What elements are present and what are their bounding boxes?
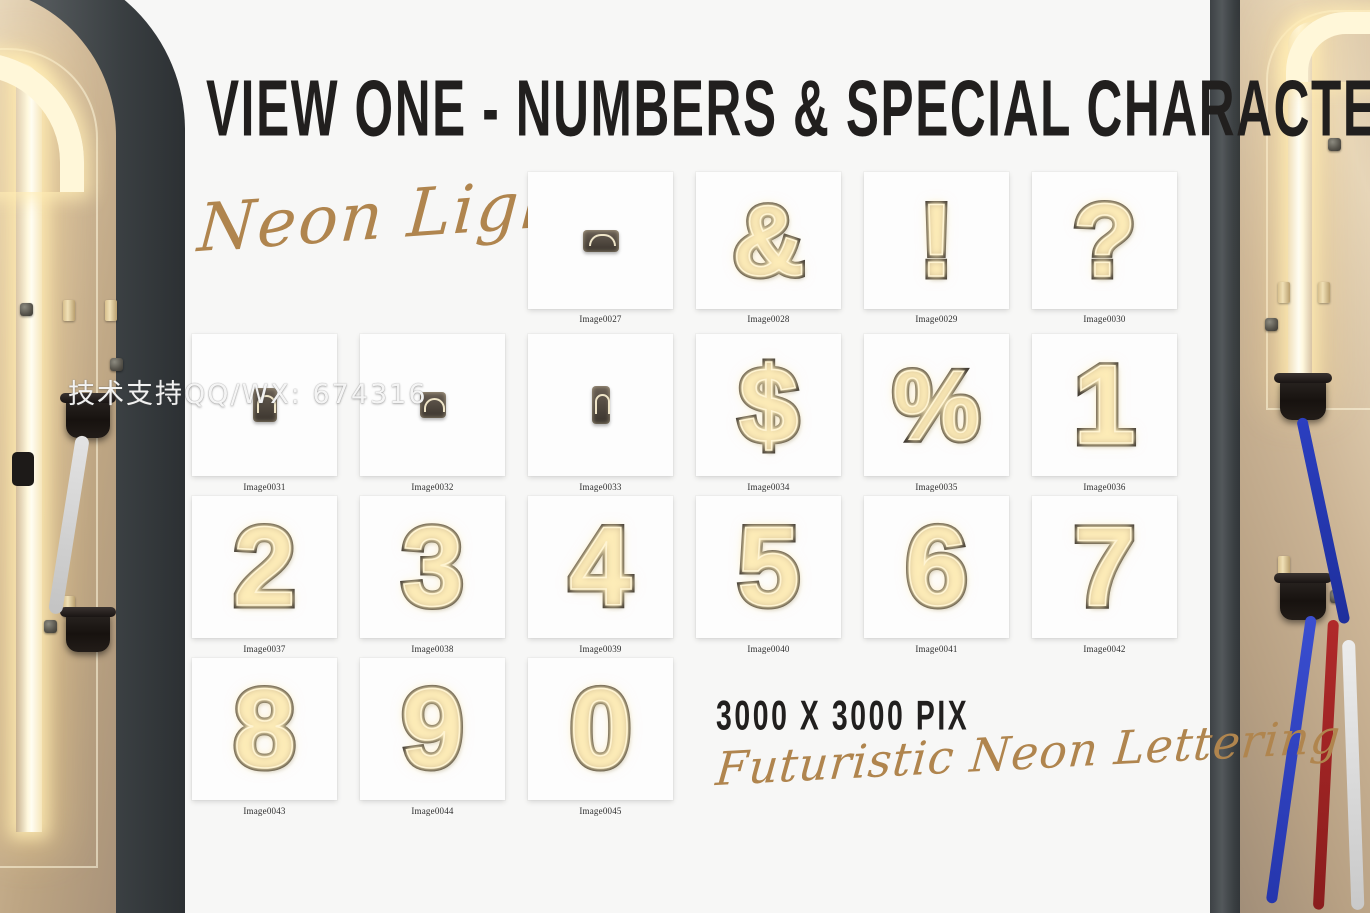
thumbnail-card[interactable]: & &	[696, 172, 841, 309]
thumbnail-card[interactable]	[192, 334, 337, 476]
thumbnail-label: Image0033	[579, 482, 622, 492]
thumbnail-card[interactable]: 9 9	[360, 658, 505, 800]
thumbnail-label: Image0035	[915, 482, 958, 492]
thumbnail-card[interactable]: 2 2	[192, 496, 337, 638]
glyph-neon-0: 0 0	[566, 666, 635, 791]
glyph-neon-4: 4 4	[566, 504, 635, 629]
lamp-socket-left-1	[60, 393, 116, 438]
glyph-neon-7: 7 7	[1070, 504, 1139, 629]
screw-left-3	[44, 620, 57, 633]
screw-right-2	[1265, 318, 1278, 331]
gallery-item[interactable]: % % Image0035	[864, 334, 1009, 494]
thumbnail-label: Image0032	[411, 482, 454, 492]
gallery-item[interactable]: Image0033	[528, 334, 673, 494]
clamp-left-1	[63, 300, 75, 321]
clamp-left-2	[105, 300, 117, 321]
lamp-socket-right-2	[1274, 573, 1332, 620]
glyph-neon-exclamation: ! !	[916, 182, 958, 299]
thumbnail-card[interactable]: ? ?	[1032, 172, 1177, 309]
thumbnail-card[interactable]: 0 0	[528, 658, 673, 800]
gallery-item[interactable]: ! ! Image0029	[864, 172, 1009, 324]
thumbnail-label: Image0034	[747, 482, 790, 492]
thumbnail-label: Image0043	[243, 806, 286, 816]
lamp-socket-right-1	[1274, 373, 1332, 420]
glyph-neon-dollar: $ $	[735, 344, 802, 465]
thumbnail-label: Image0041	[915, 644, 958, 654]
thumbnail-card[interactable]: 1 1	[1032, 334, 1177, 476]
clamp-right-2	[1318, 282, 1330, 303]
clamp-right-1	[1278, 282, 1290, 303]
glyph-neon-5: 5 5	[734, 504, 803, 629]
thumbnail-label: Image0044	[411, 806, 454, 816]
thumbnail-label: Image0037	[243, 644, 286, 654]
glyph-neon-8: 8 8	[230, 666, 299, 791]
glyph-neon-6: 6 6	[902, 504, 971, 629]
gallery-item[interactable]: Image0027	[528, 172, 673, 324]
glyph-neon-hyphen	[582, 229, 619, 252]
thumbnail-label: Image0040	[747, 644, 790, 654]
lamp-socket-left-2	[60, 607, 116, 652]
thumbnail-label: Image0039	[579, 644, 622, 654]
gallery-item[interactable]: 3 3 Image0038	[360, 496, 505, 656]
thumbnail-label: Image0042	[1083, 644, 1126, 654]
gallery-item[interactable]: Image0032	[360, 334, 505, 494]
thumbnail-card[interactable]: 3 3	[360, 496, 505, 638]
thumbnail-label: Image0031	[243, 482, 286, 492]
gallery-item[interactable]: & & Image0028	[696, 172, 841, 324]
neon-lamp-photo-left	[0, 0, 186, 913]
glyph-neon-apostrophe	[591, 386, 611, 424]
thumbnail-card[interactable]: $ $	[696, 334, 841, 476]
thumbnail-label: Image0028	[747, 314, 790, 324]
thumbnail-card[interactable]: 6 6	[864, 496, 1009, 638]
gallery-item[interactable]: 9 9 Image0044	[360, 658, 505, 818]
poster-canvas: VIEW ONE - NUMBERS & SPECIAL CHARACTERS …	[0, 0, 1370, 913]
glyph-neon-3: 3 3	[398, 504, 467, 629]
gallery-item[interactable]: 1 1 Image0036	[1032, 334, 1177, 494]
gallery-item[interactable]: Image0031	[192, 334, 337, 494]
glyph-neon-ampersand: & &	[729, 184, 808, 297]
wire-black-left	[12, 452, 34, 486]
thumbnail-card[interactable]: 7 7	[1032, 496, 1177, 638]
glyph-neon-1: 1 1	[1070, 342, 1139, 467]
gallery-item[interactable]: 6 6 Image0041	[864, 496, 1009, 656]
glyph-neon-9: 9 9	[398, 666, 467, 791]
thumbnail-card[interactable]: ! !	[864, 172, 1009, 309]
thumbnail-card[interactable]	[360, 334, 505, 476]
gallery-item[interactable]: 2 2 Image0037	[192, 496, 337, 656]
thumbnail-card[interactable]	[528, 334, 673, 476]
thumbnail-label: Image0038	[411, 644, 454, 654]
thumbnail-label: Image0029	[915, 314, 958, 324]
gallery-item[interactable]: 5 5 Image0040	[696, 496, 841, 656]
gallery-item[interactable]: ? ? Image0030	[1032, 172, 1177, 324]
gallery-item[interactable]: 7 7 Image0042	[1032, 496, 1177, 656]
glyph-neon-question: ? ?	[1069, 182, 1139, 299]
thumbnail-label: Image0030	[1083, 314, 1126, 324]
gallery-item[interactable]: 0 0 Image0045	[528, 658, 673, 818]
screw-left-2	[110, 358, 123, 371]
gallery-item[interactable]: 8 8 Image0043	[192, 658, 337, 818]
glyph-neon-percent: % %	[889, 350, 983, 460]
glyph-neon-comma	[252, 388, 277, 422]
thumbnail-card[interactable]: 8 8	[192, 658, 337, 800]
thumbnail-card[interactable]: 5 5	[696, 496, 841, 638]
thumbnail-card[interactable]: % %	[864, 334, 1009, 476]
thumbnail-label: Image0036	[1083, 482, 1126, 492]
thumbnail-card[interactable]: 4 4	[528, 496, 673, 638]
glyph-neon-2: 2 2	[230, 504, 299, 629]
glyph-neon-period	[419, 392, 446, 418]
thumbnail-label: Image0045	[579, 806, 622, 816]
page-title: VIEW ONE - NUMBERS & SPECIAL CHARACTERS	[206, 65, 1370, 154]
thumbnail-card[interactable]	[528, 172, 673, 309]
gallery-item[interactable]: 4 4 Image0039	[528, 496, 673, 656]
screw-left-1	[20, 303, 33, 316]
thumbnail-label: Image0027	[579, 314, 622, 324]
gallery-item[interactable]: $ $ Image0034	[696, 334, 841, 494]
